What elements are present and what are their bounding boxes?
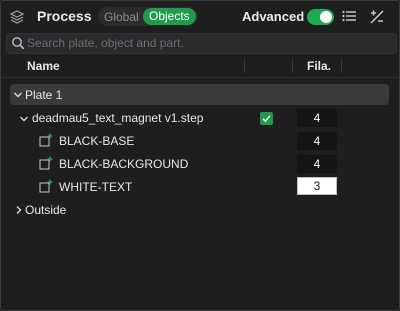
list-view-icon[interactable] (342, 10, 356, 22)
check-icon (262, 115, 271, 123)
filament-cell[interactable]: 3 (297, 177, 337, 195)
column-header: Name Fila. (1, 55, 399, 78)
part-label[interactable]: BLACK-BACKGROUND (59, 157, 188, 171)
layers-icon (9, 10, 25, 24)
column-filament[interactable]: Fila. (307, 59, 331, 73)
process-panel: Process Global Objects Advanced Search p… (0, 0, 400, 311)
part-label[interactable]: BLACK-BASE (59, 134, 134, 148)
search-icon (12, 37, 25, 50)
panel-header: Process Global Objects Advanced (1, 1, 399, 31)
advanced-toggle[interactable] (307, 9, 334, 25)
toggle-knob (320, 11, 332, 23)
chevron-down-icon[interactable] (13, 90, 23, 100)
advanced-label: Advanced (242, 9, 305, 24)
tab-global[interactable]: Global (104, 10, 139, 24)
search-bar (6, 33, 397, 54)
plate-row[interactable]: Plate 1 (10, 84, 389, 105)
scope-switch: Global Objects (98, 7, 198, 26)
filament-cell[interactable]: 4 (297, 109, 337, 127)
search-input[interactable] (27, 35, 387, 51)
chevron-down-icon[interactable] (19, 114, 29, 124)
object-visible-checkbox[interactable] (260, 112, 273, 125)
compare-params-icon[interactable] (369, 9, 385, 25)
column-divider (341, 59, 342, 73)
outside-label[interactable]: Outside (25, 203, 66, 217)
column-divider (244, 59, 245, 73)
filament-cell[interactable]: 4 (297, 132, 337, 150)
tab-objects[interactable]: Objects (143, 8, 196, 25)
part-add-icon (39, 133, 53, 147)
column-name[interactable]: Name (27, 59, 60, 73)
panel-title: Process (37, 8, 92, 24)
column-divider (292, 59, 293, 73)
filament-cell[interactable]: 4 (297, 155, 337, 173)
part-add-icon (39, 156, 53, 170)
plate-label: Plate 1 (25, 88, 63, 102)
part-label[interactable]: WHITE-TEXT (59, 180, 132, 194)
object-label[interactable]: deadmau5_text_magnet v1.step (32, 111, 203, 125)
part-add-icon (39, 179, 53, 193)
chevron-right-icon[interactable] (14, 205, 24, 215)
